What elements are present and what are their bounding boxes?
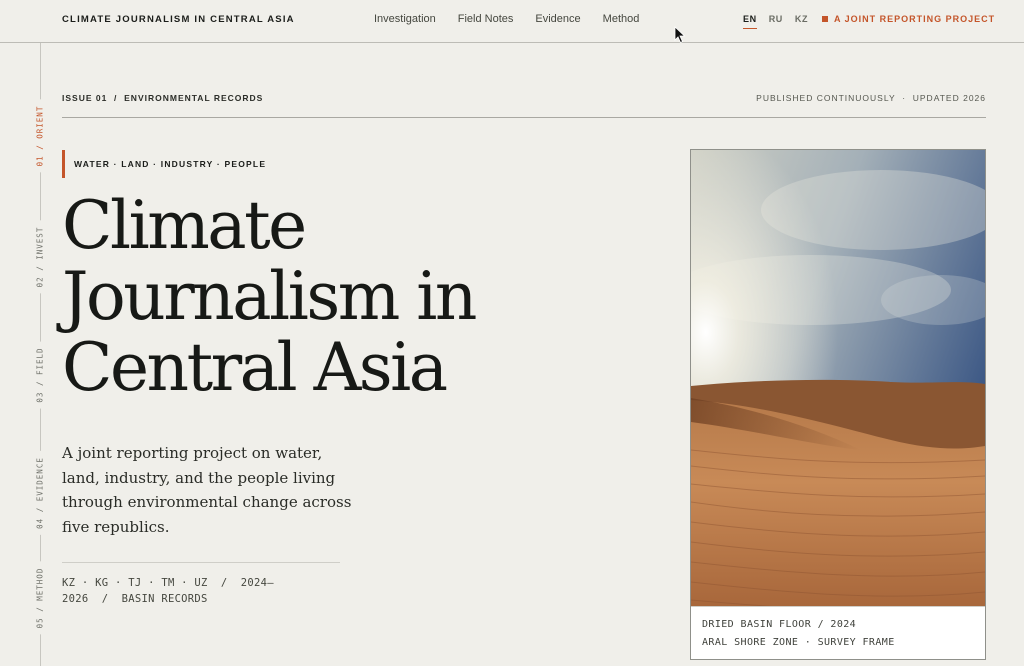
language-en[interactable]: EN <box>743 14 757 29</box>
mouse-pointer-icon <box>674 26 686 44</box>
page-title-line-2: Journalism in <box>62 258 477 335</box>
language-ru[interactable]: RU <box>769 14 783 29</box>
main-nav: Investigation Field Notes Evidence Metho… <box>374 13 639 25</box>
rail-item-method[interactable]: 05 / METHOD <box>35 561 45 635</box>
site-brand[interactable]: CLIMATE JOURNALISM IN CENTRAL ASIA <box>62 14 295 25</box>
nav-item-investigation[interactable]: Investigation <box>374 13 436 25</box>
issue-divider <box>62 117 986 118</box>
nav-item-evidence[interactable]: Evidence <box>535 13 580 25</box>
hero-lede: A joint reporting project on water, land… <box>62 444 352 536</box>
hero-kicker: WATER · LAND · INDUSTRY · PEOPLE <box>62 150 266 178</box>
joint-project-label: A JOINT REPORTING PROJECT <box>834 14 996 24</box>
page-title-line-3: Central Asia <box>62 329 448 406</box>
joint-project-link[interactable]: A JOINT REPORTING PROJECT <box>822 14 995 24</box>
publication-status: PUBLISHED CONTINUOUSLY · UPDATED 2026 <box>756 93 986 103</box>
rail-item-evidence[interactable]: 04 / EVIDENCE <box>35 451 45 535</box>
rail-item-invest[interactable]: 02 / INVEST <box>35 220 45 294</box>
issue-label: ISSUE 01 / ENVIRONMENTAL RECORDS <box>62 93 264 103</box>
square-marker-icon <box>822 16 828 22</box>
coverage-meta: KZ · KG · TJ · TM · UZ / 2024–2026 / BAS… <box>62 577 274 605</box>
lede-divider <box>62 562 340 563</box>
caption-line-1: DRIED BASIN FLOOR / 2024 <box>702 619 857 630</box>
language-switcher: EN RU KZ <box>743 14 808 29</box>
top-navigation-bar: CLIMATE JOURNALISM IN CENTRAL ASIA Inves… <box>0 0 1024 43</box>
rail-item-orient[interactable]: 01 / ORIENT <box>35 99 45 173</box>
nav-item-field-notes[interactable]: Field Notes <box>458 13 514 25</box>
nav-item-method[interactable]: Method <box>603 13 640 25</box>
caption-line-2: ARAL SHORE ZONE · SURVEY FRAME <box>702 637 895 648</box>
language-kz[interactable]: KZ <box>795 14 808 29</box>
page: CLIMATE JOURNALISM IN CENTRAL ASIA Inves… <box>0 0 1024 666</box>
desert-dunes-photo <box>691 150 985 606</box>
page-title-line-1: Climate <box>62 187 307 264</box>
figure-caption: DRIED BASIN FLOOR / 2024 ARAL SHORE ZONE… <box>691 606 985 659</box>
hero-figure: DRIED BASIN FLOOR / 2024 ARAL SHORE ZONE… <box>690 149 986 660</box>
rail-item-field[interactable]: 03 / FIELD <box>35 341 45 409</box>
page-title: Climate Journalism in Central Asia <box>62 190 622 403</box>
